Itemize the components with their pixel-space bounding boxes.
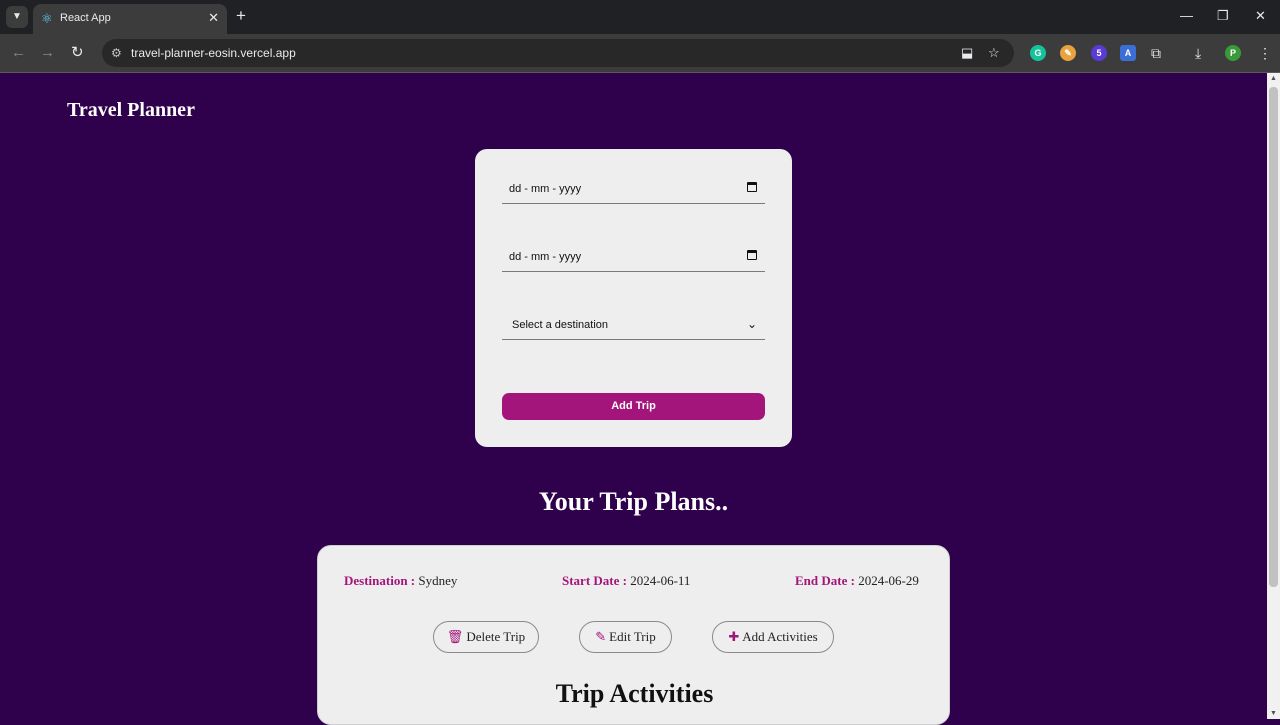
add-activities-label: Add Activities xyxy=(742,629,818,644)
window-close-button[interactable]: ✕ xyxy=(1255,8,1266,24)
add-trip-button[interactable]: Add Trip xyxy=(502,393,765,420)
install-icon[interactable]: ⬓ xyxy=(961,45,973,61)
add-activities-button[interactable]: ✚ Add Activities xyxy=(712,621,834,653)
browser-tab[interactable]: ⚛ React App ✕ xyxy=(33,4,227,34)
app-title: Travel Planner xyxy=(67,99,195,121)
translate-extension-icon[interactable]: A xyxy=(1120,45,1136,61)
edit-icon: ✎ xyxy=(595,629,607,644)
page-scrollbar[interactable]: ▲ ▼ xyxy=(1267,73,1280,719)
reload-icon[interactable]: ↻ xyxy=(71,44,84,62)
tab-search-button[interactable]: ▼ xyxy=(6,6,28,28)
restore-button[interactable]: ❐ xyxy=(1217,8,1229,24)
destination-value: Sydney xyxy=(418,573,458,588)
trash-icon: 🗑 xyxy=(446,629,464,644)
destination-select-value: Select a destination xyxy=(512,319,609,331)
scroll-up-icon[interactable]: ▲ xyxy=(1270,75,1277,82)
site-info-icon[interactable]: ⚙ xyxy=(111,45,122,61)
edit-trip-button[interactable]: ✎ Edit Trip xyxy=(579,621,672,653)
forward-icon[interactable]: → xyxy=(40,44,55,62)
extension-badge-icon[interactable]: 5 xyxy=(1091,45,1107,61)
scroll-down-icon[interactable]: ▼ xyxy=(1270,710,1277,717)
end-date-input[interactable]: dd - mm - yyyy xyxy=(502,244,765,272)
minimize-button[interactable]: — xyxy=(1180,8,1193,24)
edit-trip-label: Edit Trip xyxy=(609,629,656,644)
start-date-label: Start Date : xyxy=(562,573,627,588)
trip-card: Destination : Sydney Start Date : 2024-0… xyxy=(317,545,950,725)
profile-avatar[interactable]: P xyxy=(1225,45,1241,61)
browser-toolbar: ← → ↻ ⚙ travel-planner-eosin.vercel.app … xyxy=(0,34,1280,72)
new-tab-button[interactable]: + xyxy=(236,7,246,25)
star-icon[interactable]: ☆ xyxy=(988,45,1000,61)
chevron-down-icon: ⌄ xyxy=(746,317,757,331)
delete-trip-button[interactable]: 🗑 Delete Trip xyxy=(433,621,539,653)
menu-icon[interactable]: ⋮ xyxy=(1258,44,1272,62)
colorpicker-extension-icon[interactable]: ✎ xyxy=(1060,45,1076,61)
trip-start-date: Start Date : 2024-06-11 xyxy=(562,573,690,589)
trip-plans-heading: Your Trip Plans.. xyxy=(538,487,729,516)
destination-select[interactable]: Select a destination ⌄ xyxy=(502,311,765,340)
close-icon[interactable]: ✕ xyxy=(208,10,219,26)
react-favicon-icon: ⚛ xyxy=(41,11,53,26)
tab-title: React App xyxy=(60,12,111,24)
trip-end-date: End Date : 2024-06-29 xyxy=(795,573,919,589)
delete-trip-label: Delete Trip xyxy=(466,629,526,644)
plus-icon: ✚ xyxy=(728,629,740,644)
grammarly-icon[interactable]: G xyxy=(1030,45,1046,61)
extension-badge-count: 5 xyxy=(1096,48,1102,58)
start-date-placeholder: dd - mm - yyyy xyxy=(509,183,582,195)
start-date-value: 2024-06-11 xyxy=(630,573,691,588)
calendar-icon[interactable] xyxy=(747,182,757,192)
address-bar[interactable]: ⚙ travel-planner-eosin.vercel.app ⬓ ☆ xyxy=(102,39,1014,67)
back-icon[interactable]: ← xyxy=(11,44,26,62)
trip-form-card: dd - mm - yyyy dd - mm - yyyy Select a d… xyxy=(475,149,792,447)
end-date-label: End Date : xyxy=(795,573,855,588)
calendar-icon[interactable] xyxy=(747,250,757,260)
trip-destination: Destination : Sydney xyxy=(344,573,457,589)
extensions-icon[interactable]: ⧉ xyxy=(1151,44,1161,62)
scroll-thumb[interactable] xyxy=(1269,87,1278,587)
download-icon[interactable]: ⤓ xyxy=(1195,44,1201,62)
page-divider xyxy=(0,72,1280,73)
end-date-placeholder: dd - mm - yyyy xyxy=(509,251,582,263)
start-date-input[interactable]: dd - mm - yyyy xyxy=(502,176,765,204)
url-text[interactable]: travel-planner-eosin.vercel.app xyxy=(131,46,296,60)
trip-activities-heading: Trip Activities xyxy=(555,679,714,708)
destination-label: Destination : xyxy=(344,573,416,588)
tab-strip: ▼ ⚛ React App ✕ + — ❐ ✕ xyxy=(0,0,1280,34)
end-date-value: 2024-06-29 xyxy=(858,573,919,588)
